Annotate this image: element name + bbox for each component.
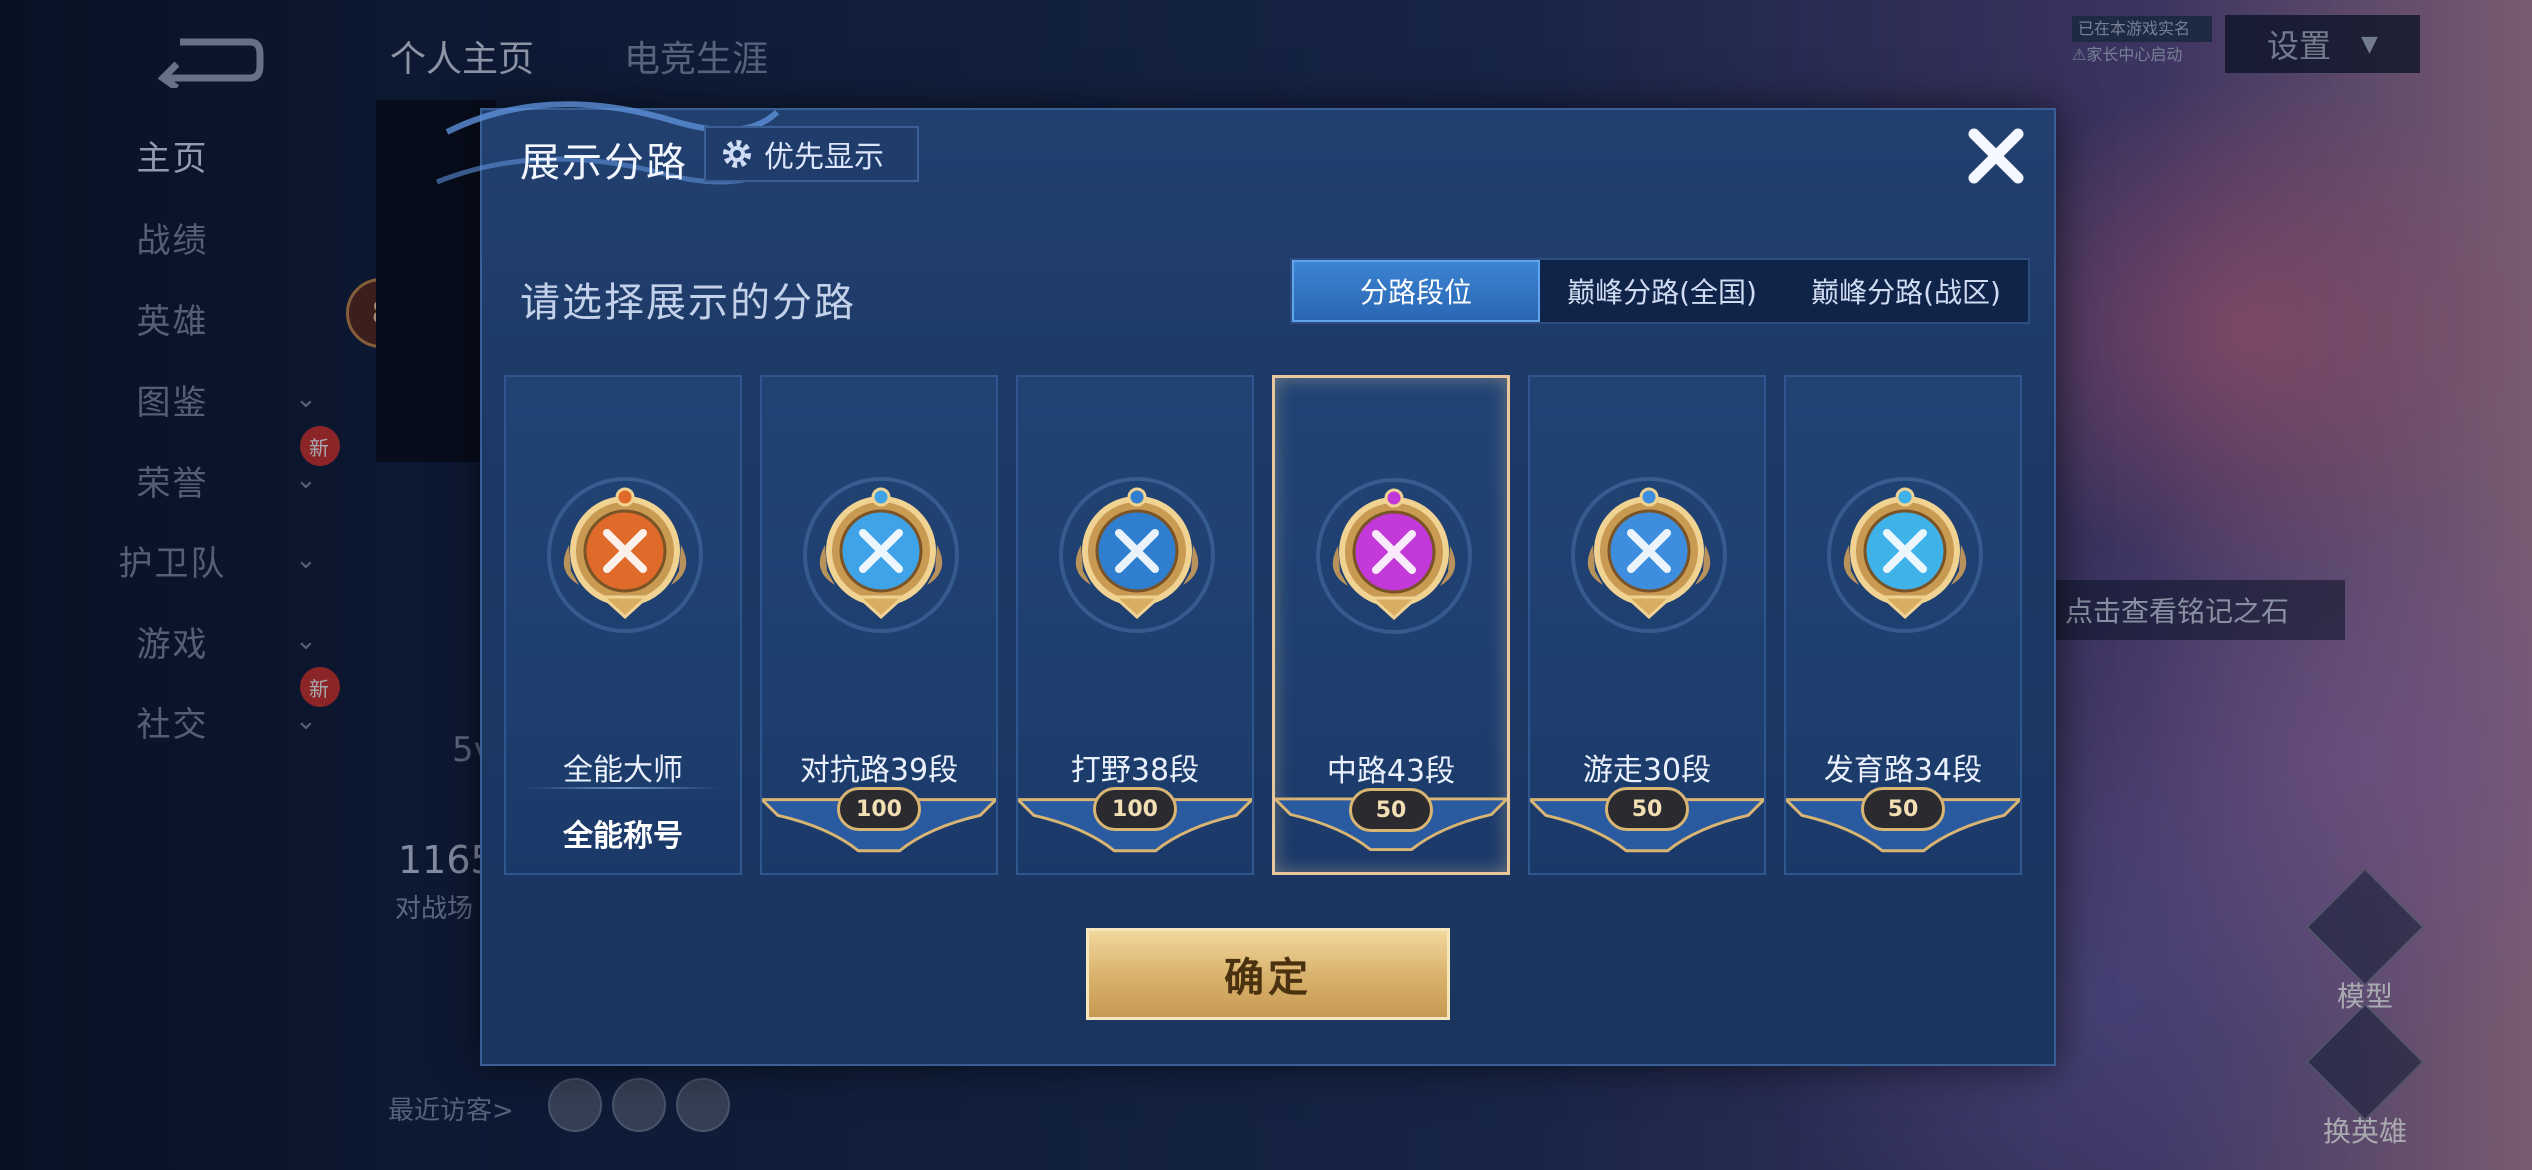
badge-count: 100	[837, 787, 921, 831]
lane-rank-label: 发育路34段	[1823, 753, 1983, 788]
lane-tabs: 分路段位 巅峰分路(全国) 巅峰分路(战区)	[1290, 258, 2030, 324]
display-lane-dialog: 展示分路 优先显示 请选择展示的分路 分路段位 巅峰分路(全国) 巅峰分路(战区) …	[436, 101, 2056, 1066]
lane-rank-emblem-icon	[1571, 477, 1727, 633]
lane-rank-emblem-icon	[803, 477, 959, 633]
dialog-subtitle: 请选择展示的分路	[520, 280, 856, 326]
lane-rank-label: 对抗路39段	[799, 753, 959, 788]
confirm-label: 确定	[1224, 955, 1312, 1001]
lane-rank-emblem-icon	[1316, 478, 1472, 634]
lane-rank-label: 全能大师	[563, 753, 683, 788]
badge-count: 50	[1861, 787, 1945, 831]
all-round-title-label: 全能称号	[563, 819, 683, 854]
gear-icon	[723, 140, 751, 168]
lane-card[interactable]: 中路43段 50	[1272, 375, 1510, 875]
divider	[526, 787, 720, 789]
close-icon[interactable]	[1960, 120, 2032, 192]
lane-card[interactable]: 游走30段 50	[1528, 375, 1766, 875]
lane-rank-label: 打野38段	[1070, 753, 1200, 788]
lane-rank-label: 游走30段	[1582, 753, 1712, 788]
dialog-title: 展示分路	[520, 140, 688, 186]
all-round-master-emblem-icon	[547, 477, 703, 633]
badge-count: 50	[1605, 787, 1689, 831]
priority-display-button[interactable]: 优先显示	[704, 126, 919, 182]
priority-display-label: 优先显示	[764, 140, 884, 175]
lane-card[interactable]: 打野38段 100	[1016, 375, 1254, 875]
lane-card[interactable]: 发育路34段 50	[1784, 375, 2022, 875]
lane-card[interactable]: 全能大师 全能称号	[504, 375, 742, 875]
badge-count: 100	[1093, 787, 1177, 831]
lane-cards: 全能大师 全能称号 对抗路39段 100 打野38段 100 中路43段 50 游走30段 50 发…	[504, 375, 2034, 875]
tab-lane-option[interactable]: 巅峰分路(全国)	[1540, 260, 1784, 322]
confirm-button[interactable]: 确定	[1086, 928, 1450, 1020]
lane-rank-emblem-icon	[1827, 477, 1983, 633]
badge-count: 50	[1349, 788, 1433, 832]
lane-card[interactable]: 对抗路39段 100	[760, 375, 998, 875]
tab-lane-option[interactable]: 分路段位	[1292, 260, 1540, 322]
lane-rank-emblem-icon	[1059, 477, 1215, 633]
tab-lane-option[interactable]: 巅峰分路(战区)	[1784, 260, 2028, 322]
lane-rank-label: 中路43段	[1326, 754, 1456, 789]
